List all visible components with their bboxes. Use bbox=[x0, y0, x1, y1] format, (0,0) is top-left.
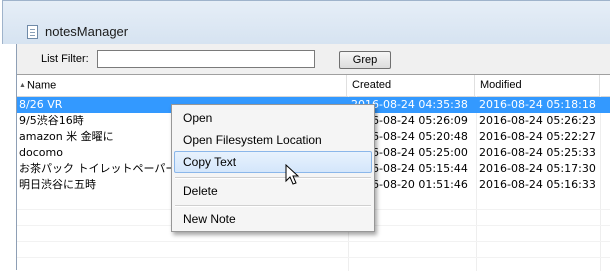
mouse-pointer-icon bbox=[285, 164, 300, 185]
note-modified: 2016-08-24 05:22:27 bbox=[479, 130, 596, 143]
column-header-name[interactable]: ▲Name bbox=[17, 75, 347, 96]
menu-separator bbox=[175, 177, 371, 179]
note-modified: 2016-08-24 05:17:30 bbox=[479, 162, 596, 175]
note-modified: 2016-08-24 05:16:33 bbox=[479, 178, 596, 191]
column-header-created[interactable]: Created bbox=[348, 75, 475, 96]
window-title: notesManager bbox=[45, 24, 129, 39]
filter-label: List Filter: bbox=[41, 53, 89, 65]
context-menu: Open Open Filesystem Location Copy Text … bbox=[171, 104, 375, 232]
row-gridline bbox=[17, 257, 610, 258]
title-bar[interactable]: notesManager bbox=[2, 0, 610, 44]
column-header-name-label: Name bbox=[26, 79, 57, 92]
list-header: ▲Name Created Modified bbox=[17, 75, 610, 97]
menu-separator bbox=[175, 205, 371, 207]
grep-button[interactable]: Grep bbox=[339, 51, 391, 69]
filter-input[interactable] bbox=[97, 50, 315, 68]
menu-item-open-filesystem-location[interactable]: Open Filesystem Location bbox=[174, 129, 372, 151]
sort-ascending-icon: ▲ bbox=[19, 82, 26, 89]
note-modified: 2016-08-24 05:18:18 bbox=[479, 98, 596, 111]
menu-item-open[interactable]: Open bbox=[174, 107, 372, 129]
note-modified: 2016-08-24 05:25:33 bbox=[479, 146, 596, 159]
menu-item-new-note[interactable]: New Note bbox=[174, 208, 372, 230]
column-header-modified[interactable]: Modified bbox=[476, 75, 600, 96]
menu-item-delete[interactable]: Delete bbox=[174, 180, 372, 202]
app-window: notesManager List Filter: Grep ▲Name Cre… bbox=[2, 0, 610, 271]
note-modified: 2016-08-24 05:26:23 bbox=[479, 114, 596, 127]
menu-item-copy-text[interactable]: Copy Text bbox=[174, 151, 372, 173]
notepad-icon bbox=[27, 25, 38, 39]
row-gridline bbox=[17, 241, 610, 242]
